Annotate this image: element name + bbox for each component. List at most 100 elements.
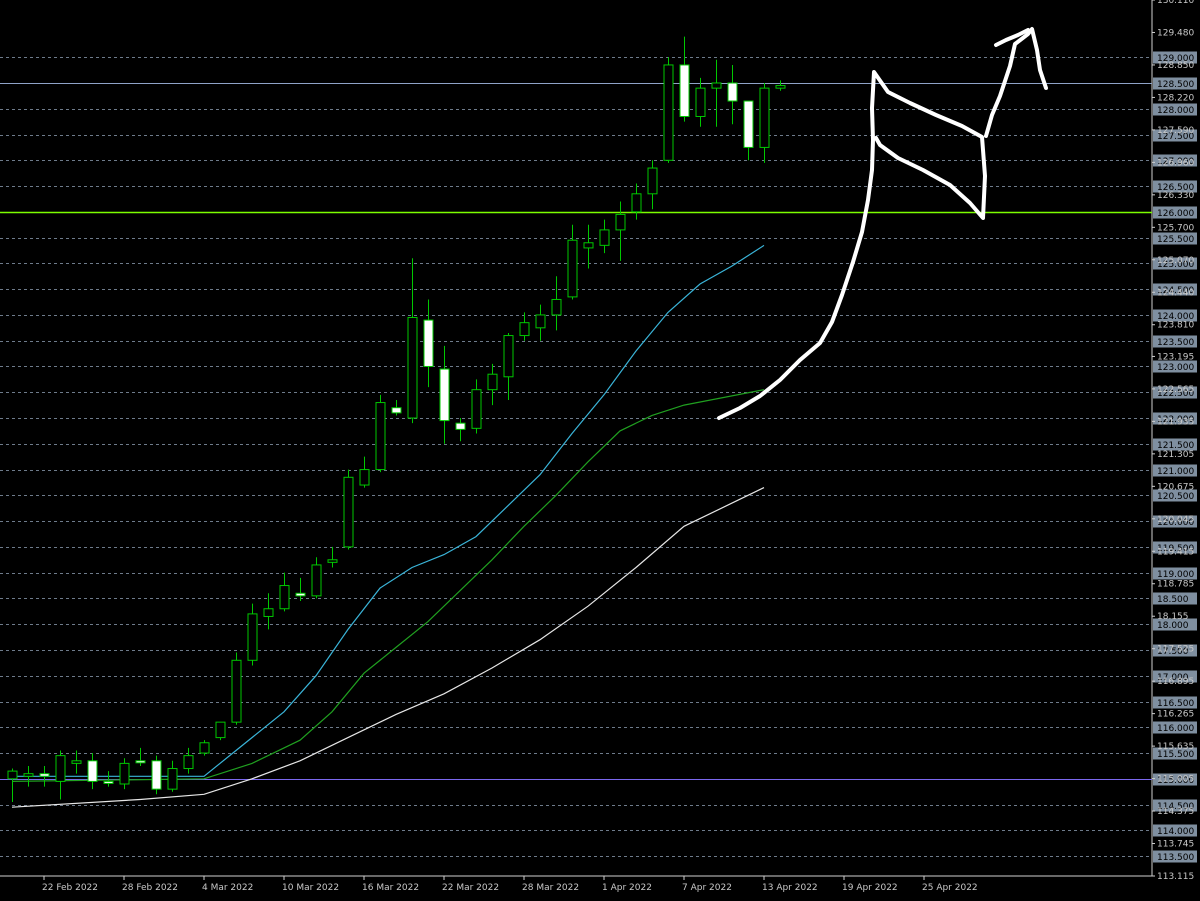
price-tick-label: 114.375 [1157, 807, 1194, 817]
price-tick-label: 126.960 [1157, 158, 1194, 168]
price-level-label: 116.500 [1157, 699, 1194, 709]
candle-body-bear [727, 82, 738, 102]
price-tick-label: 115.005 [1157, 775, 1194, 785]
candle-body-bull [23, 773, 34, 777]
candle-body-bull [599, 229, 610, 246]
candle-body-bull [775, 85, 786, 89]
date-label: 28 Feb 2022 [122, 883, 178, 893]
candle-body-bull [647, 167, 658, 195]
price-tick-label: 120.675 [1157, 482, 1194, 492]
candle-body-bull [519, 322, 530, 337]
price-level-label: 116.000 [1157, 724, 1194, 734]
candle-body-bull [247, 613, 258, 661]
candle-body-bull [215, 721, 226, 739]
candle-body-bull [567, 239, 578, 298]
price-level-label: 123.500 [1157, 338, 1194, 348]
candle-body-bull [359, 469, 370, 486]
date-label: 25 Apr 2022 [922, 883, 978, 893]
candle-body-bull [7, 770, 18, 780]
candle-body-bull [583, 242, 594, 249]
price-level-label: 128.000 [1157, 106, 1194, 116]
price-tick-label: 124.440 [1157, 288, 1194, 298]
price-level-label: 120.500 [1157, 492, 1194, 502]
price-level-label: 123.000 [1157, 363, 1194, 373]
candle-body-bear [151, 760, 162, 790]
candle-body-bear [439, 368, 450, 422]
price-tick-label: 128.850 [1157, 61, 1194, 71]
price-tick-label: 126.330 [1157, 191, 1194, 201]
date-label: 22 Feb 2022 [42, 883, 98, 893]
candle-body-bull [663, 64, 674, 161]
chart: 129.000 128.500 128.000 127.500 127.000 126.5… [0, 0, 1200, 901]
date-label: 22 Mar 2022 [442, 883, 499, 893]
candle-body-bull [263, 608, 274, 617]
candle-body-bear [455, 422, 466, 430]
candle-body-bear [391, 407, 402, 414]
candle-body-bull [407, 317, 418, 419]
date-label: 7 Apr 2022 [682, 883, 732, 893]
candle-body-bear [103, 780, 114, 784]
date-label: 19 Apr 2022 [842, 883, 898, 893]
price-tick-label: 123.810 [1157, 321, 1194, 331]
chart-svg: 129.000128.500128.000127.500127.000126.5… [0, 0, 1200, 901]
date-label: 10 Mar 2022 [282, 883, 339, 893]
candle-body-bear [87, 760, 98, 782]
candle-body-bear [743, 100, 754, 148]
candle-body-bull [375, 402, 386, 471]
candle-body-bull [231, 659, 242, 723]
candle-body-bull [119, 762, 130, 785]
candle-body-bull [711, 82, 722, 89]
price-level-label: 128.500 [1157, 80, 1194, 90]
candle-body-bull [55, 755, 66, 782]
candle-body-bear [39, 773, 50, 777]
candle-body-bull [503, 335, 514, 378]
price-tick-label: 125.070 [1157, 256, 1194, 266]
price-tick-label: 113.745 [1157, 840, 1194, 850]
candle-body-bear [295, 592, 306, 597]
candle-body-bull [759, 87, 770, 148]
price-tick-label: 127.590 [1157, 126, 1194, 136]
candle-body-bull [311, 564, 322, 597]
candle-body-bull [631, 193, 642, 213]
price-level-label: 18.500 [1157, 595, 1189, 605]
price-tick-label: 129.480 [1157, 28, 1194, 38]
candle-body-bull [535, 314, 546, 329]
price-level-label: 125.500 [1157, 235, 1194, 245]
candle-body-bull [167, 768, 178, 790]
price-tick-label: 116.895 [1157, 677, 1194, 687]
price-tick-label: 125.700 [1157, 223, 1194, 233]
price-tick-label: 130.110 [1157, 0, 1194, 6]
price-tick-label: 119.415 [1157, 547, 1194, 557]
price-level-label: 113.500 [1157, 853, 1194, 863]
candle-body-bull [183, 755, 194, 770]
price-tick-label: 113.115 [1157, 872, 1194, 882]
price-tick-label: 115.635 [1157, 742, 1194, 752]
price-tick-label: 118.785 [1157, 580, 1194, 590]
date-label: 13 Apr 2022 [762, 883, 818, 893]
date-label: 28 Mar 2022 [522, 883, 579, 893]
price-tick-label: 117.525 [1157, 645, 1194, 655]
date-label: 1 Apr 2022 [602, 883, 652, 893]
price-level-label: 121.000 [1157, 467, 1194, 477]
price-level-label: 119.000 [1157, 570, 1194, 580]
price-tick-label: 122.565 [1157, 385, 1194, 395]
candle-body-bull [615, 213, 626, 231]
candle-body-bull [199, 742, 210, 754]
candle-body-bull [343, 476, 354, 548]
candle-body-bull [487, 373, 498, 391]
price-level-label: 126.000 [1157, 209, 1194, 219]
candle-body-bear [135, 760, 146, 764]
price-tick-label: 123.195 [1157, 352, 1194, 362]
price-tick-label: 121.935 [1157, 417, 1194, 427]
candle-body-bull [327, 559, 338, 563]
price-tick-label: 116.265 [1157, 710, 1194, 720]
date-label: 16 Mar 2022 [362, 883, 419, 893]
price-tick-label: 121.305 [1157, 450, 1194, 460]
price-level-label: 114.000 [1157, 827, 1194, 837]
candle-body-bull [695, 87, 706, 117]
date-label: 4 Mar 2022 [202, 883, 253, 893]
candle-body-bull [71, 760, 82, 764]
price-tick-label: 120.045 [1157, 515, 1194, 525]
price-level-label: 18.000 [1157, 621, 1189, 631]
price-tick-label: 18.155 [1157, 612, 1189, 622]
